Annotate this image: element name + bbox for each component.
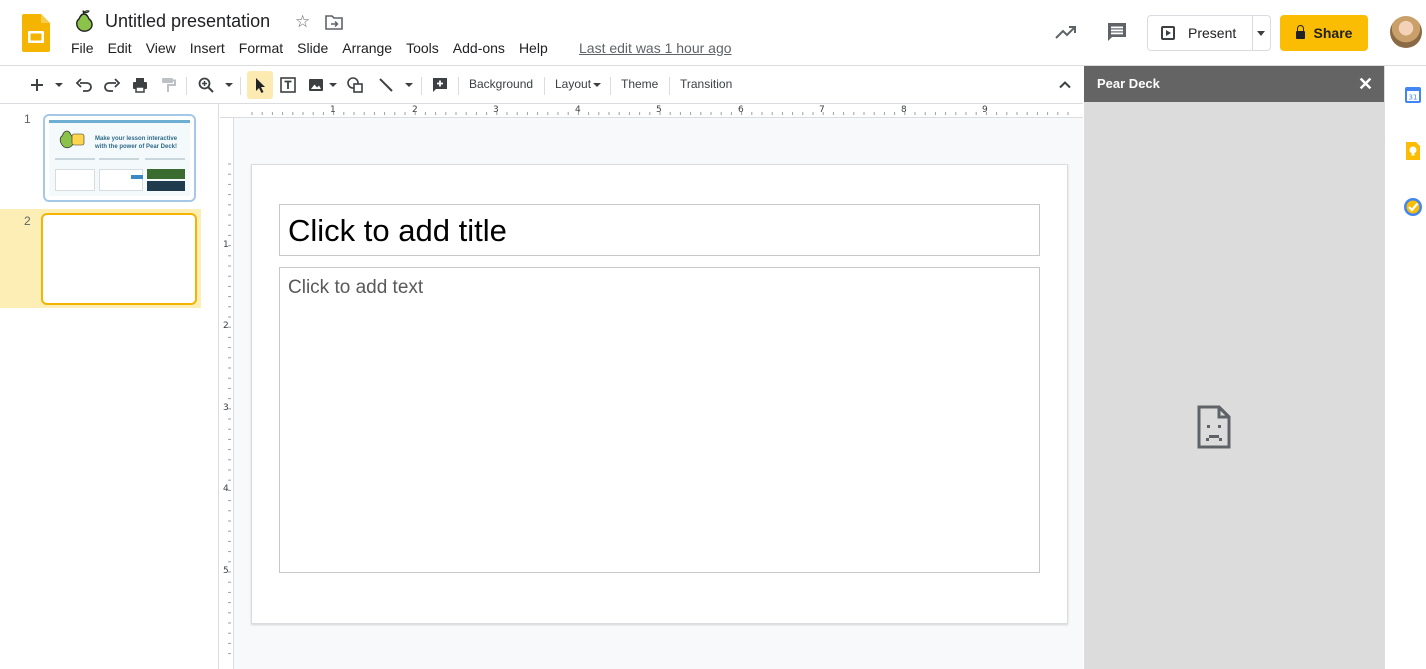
thumb-slide-content: Make your lesson interactive with the po… xyxy=(49,120,190,196)
close-icon[interactable]: ✕ xyxy=(1358,74,1373,95)
menu-tools[interactable]: Tools xyxy=(399,40,446,56)
toolbar-divider xyxy=(669,77,670,95)
share-button[interactable]: Share xyxy=(1280,15,1368,51)
ruler-label: 3 xyxy=(223,403,229,413)
ruler-label: 1 xyxy=(330,105,336,115)
panel-header: Pear Deck ✕ xyxy=(1084,66,1384,102)
slide-thumbnail-2[interactable] xyxy=(41,213,197,305)
menu-arrange[interactable]: Arrange xyxy=(335,40,399,56)
share-label: Share xyxy=(1313,25,1353,41)
pear-deck-panel: Pear Deck ✕ xyxy=(1084,66,1384,669)
text-box-icon[interactable] xyxy=(278,75,298,95)
horizontal-ruler[interactable]: 1 2 3 4 5 6 7 8 9 xyxy=(220,104,1083,118)
image-dropdown-icon[interactable] xyxy=(326,75,338,95)
panel-title: Pear Deck xyxy=(1097,76,1160,91)
menu-edit[interactable]: Edit xyxy=(101,40,139,56)
layout-label: Layout xyxy=(555,77,592,91)
comment-history-icon[interactable] xyxy=(1106,21,1128,43)
ruler-label: 6 xyxy=(738,105,744,115)
toolbar: Background Layout Theme Transition xyxy=(0,66,1083,104)
line-icon[interactable] xyxy=(376,75,396,95)
background-button[interactable]: Background xyxy=(469,77,533,91)
last-edit-link[interactable]: Last edit was 1 hour ago xyxy=(579,40,732,56)
slide-number: 2 xyxy=(24,214,31,228)
ruler-ticks xyxy=(228,163,231,655)
header: Untitled presentation ☆ File Edit View I… xyxy=(0,0,1426,66)
collapse-toolbar-icon[interactable] xyxy=(1056,75,1074,95)
select-tool-icon[interactable] xyxy=(247,71,273,99)
zoom-dropdown-icon[interactable] xyxy=(222,75,234,95)
ruler-ticks xyxy=(251,112,1069,115)
pear-deck-icon[interactable] xyxy=(72,10,96,34)
shape-icon[interactable] xyxy=(345,75,365,95)
menu-insert[interactable]: Insert xyxy=(183,40,232,56)
ruler-label: 9 xyxy=(982,105,988,115)
thumb-title: Make your lesson interactive with the po… xyxy=(95,136,178,150)
present-icon xyxy=(1161,26,1175,40)
vertical-ruler[interactable]: 1 2 3 4 5 xyxy=(220,118,234,669)
present-label: Present xyxy=(1188,25,1237,41)
menu-add-ons[interactable]: Add-ons xyxy=(446,40,512,56)
print-icon[interactable] xyxy=(130,75,150,95)
menu-format[interactable]: Format xyxy=(232,40,290,56)
lock-icon xyxy=(1295,25,1305,39)
present-options-chevron-icon[interactable] xyxy=(1257,31,1265,36)
slide-thumbnail-1[interactable]: Make your lesson interactive with the po… xyxy=(43,114,196,202)
line-dropdown-icon[interactable] xyxy=(402,75,414,95)
body-placeholder[interactable]: Click to add text xyxy=(279,267,1040,573)
title-placeholder[interactable]: Click to add title xyxy=(279,204,1040,256)
add-comment-icon[interactable] xyxy=(430,75,450,95)
undo-icon[interactable] xyxy=(74,75,94,95)
ruler-label: 4 xyxy=(223,484,229,494)
menu-file[interactable]: File xyxy=(64,40,101,56)
menu-bar: File Edit View Insert Format Slide Arran… xyxy=(64,40,555,56)
filmstrip: 1 Make your lesson interactive with the … xyxy=(0,104,219,669)
slides-logo-icon[interactable] xyxy=(22,14,50,52)
tasks-icon[interactable] xyxy=(1403,197,1423,217)
image-icon[interactable] xyxy=(306,75,326,95)
ruler-label: 7 xyxy=(819,105,825,115)
transition-button[interactable]: Transition xyxy=(680,77,732,91)
ruler-label: 2 xyxy=(223,321,229,331)
ruler-label: 3 xyxy=(493,105,499,115)
ruler-label: 2 xyxy=(412,105,418,115)
ruler-label: 4 xyxy=(575,105,581,115)
present-button[interactable]: Present xyxy=(1147,15,1271,51)
pear-illustration-icon xyxy=(59,130,85,149)
document-title[interactable]: Untitled presentation xyxy=(105,11,270,32)
slide-number: 1 xyxy=(24,112,31,126)
slides-app: Untitled presentation ☆ File Edit View I… xyxy=(0,0,1426,669)
toolbar-divider xyxy=(186,77,187,95)
toolbar-divider xyxy=(421,77,422,95)
calendar-icon[interactable]: 31 xyxy=(1403,85,1423,105)
toolbar-divider xyxy=(610,77,611,95)
account-avatar[interactable] xyxy=(1390,16,1422,48)
sad-file-icon xyxy=(1197,405,1231,449)
toolbar-divider xyxy=(458,77,459,95)
present-divider xyxy=(1252,16,1253,50)
layout-dropdown-icon xyxy=(593,82,602,87)
paint-format-icon[interactable] xyxy=(158,75,178,95)
svg-text:31: 31 xyxy=(1409,94,1418,102)
menu-view[interactable]: View xyxy=(139,40,183,56)
ruler-label: 1 xyxy=(223,240,229,250)
ruler-label: 5 xyxy=(223,566,229,576)
menu-slide[interactable]: Slide xyxy=(290,40,335,56)
new-slide-dropdown-icon[interactable] xyxy=(52,75,64,95)
layout-button[interactable]: Layout xyxy=(555,77,602,91)
zoom-icon[interactable] xyxy=(196,75,216,95)
theme-button[interactable]: Theme xyxy=(621,77,658,91)
toolbar-divider xyxy=(544,77,545,95)
new-slide-icon[interactable] xyxy=(28,75,46,95)
activity-dashboard-icon[interactable] xyxy=(1055,22,1077,42)
star-icon[interactable]: ☆ xyxy=(295,12,310,32)
menu-help[interactable]: Help xyxy=(512,40,555,56)
ruler-label: 8 xyxy=(901,105,907,115)
move-to-folder-icon[interactable] xyxy=(325,14,343,30)
ruler-label: 5 xyxy=(656,105,662,115)
redo-icon[interactable] xyxy=(102,75,122,95)
toolbar-divider xyxy=(240,77,241,95)
keep-icon[interactable] xyxy=(1403,141,1423,161)
